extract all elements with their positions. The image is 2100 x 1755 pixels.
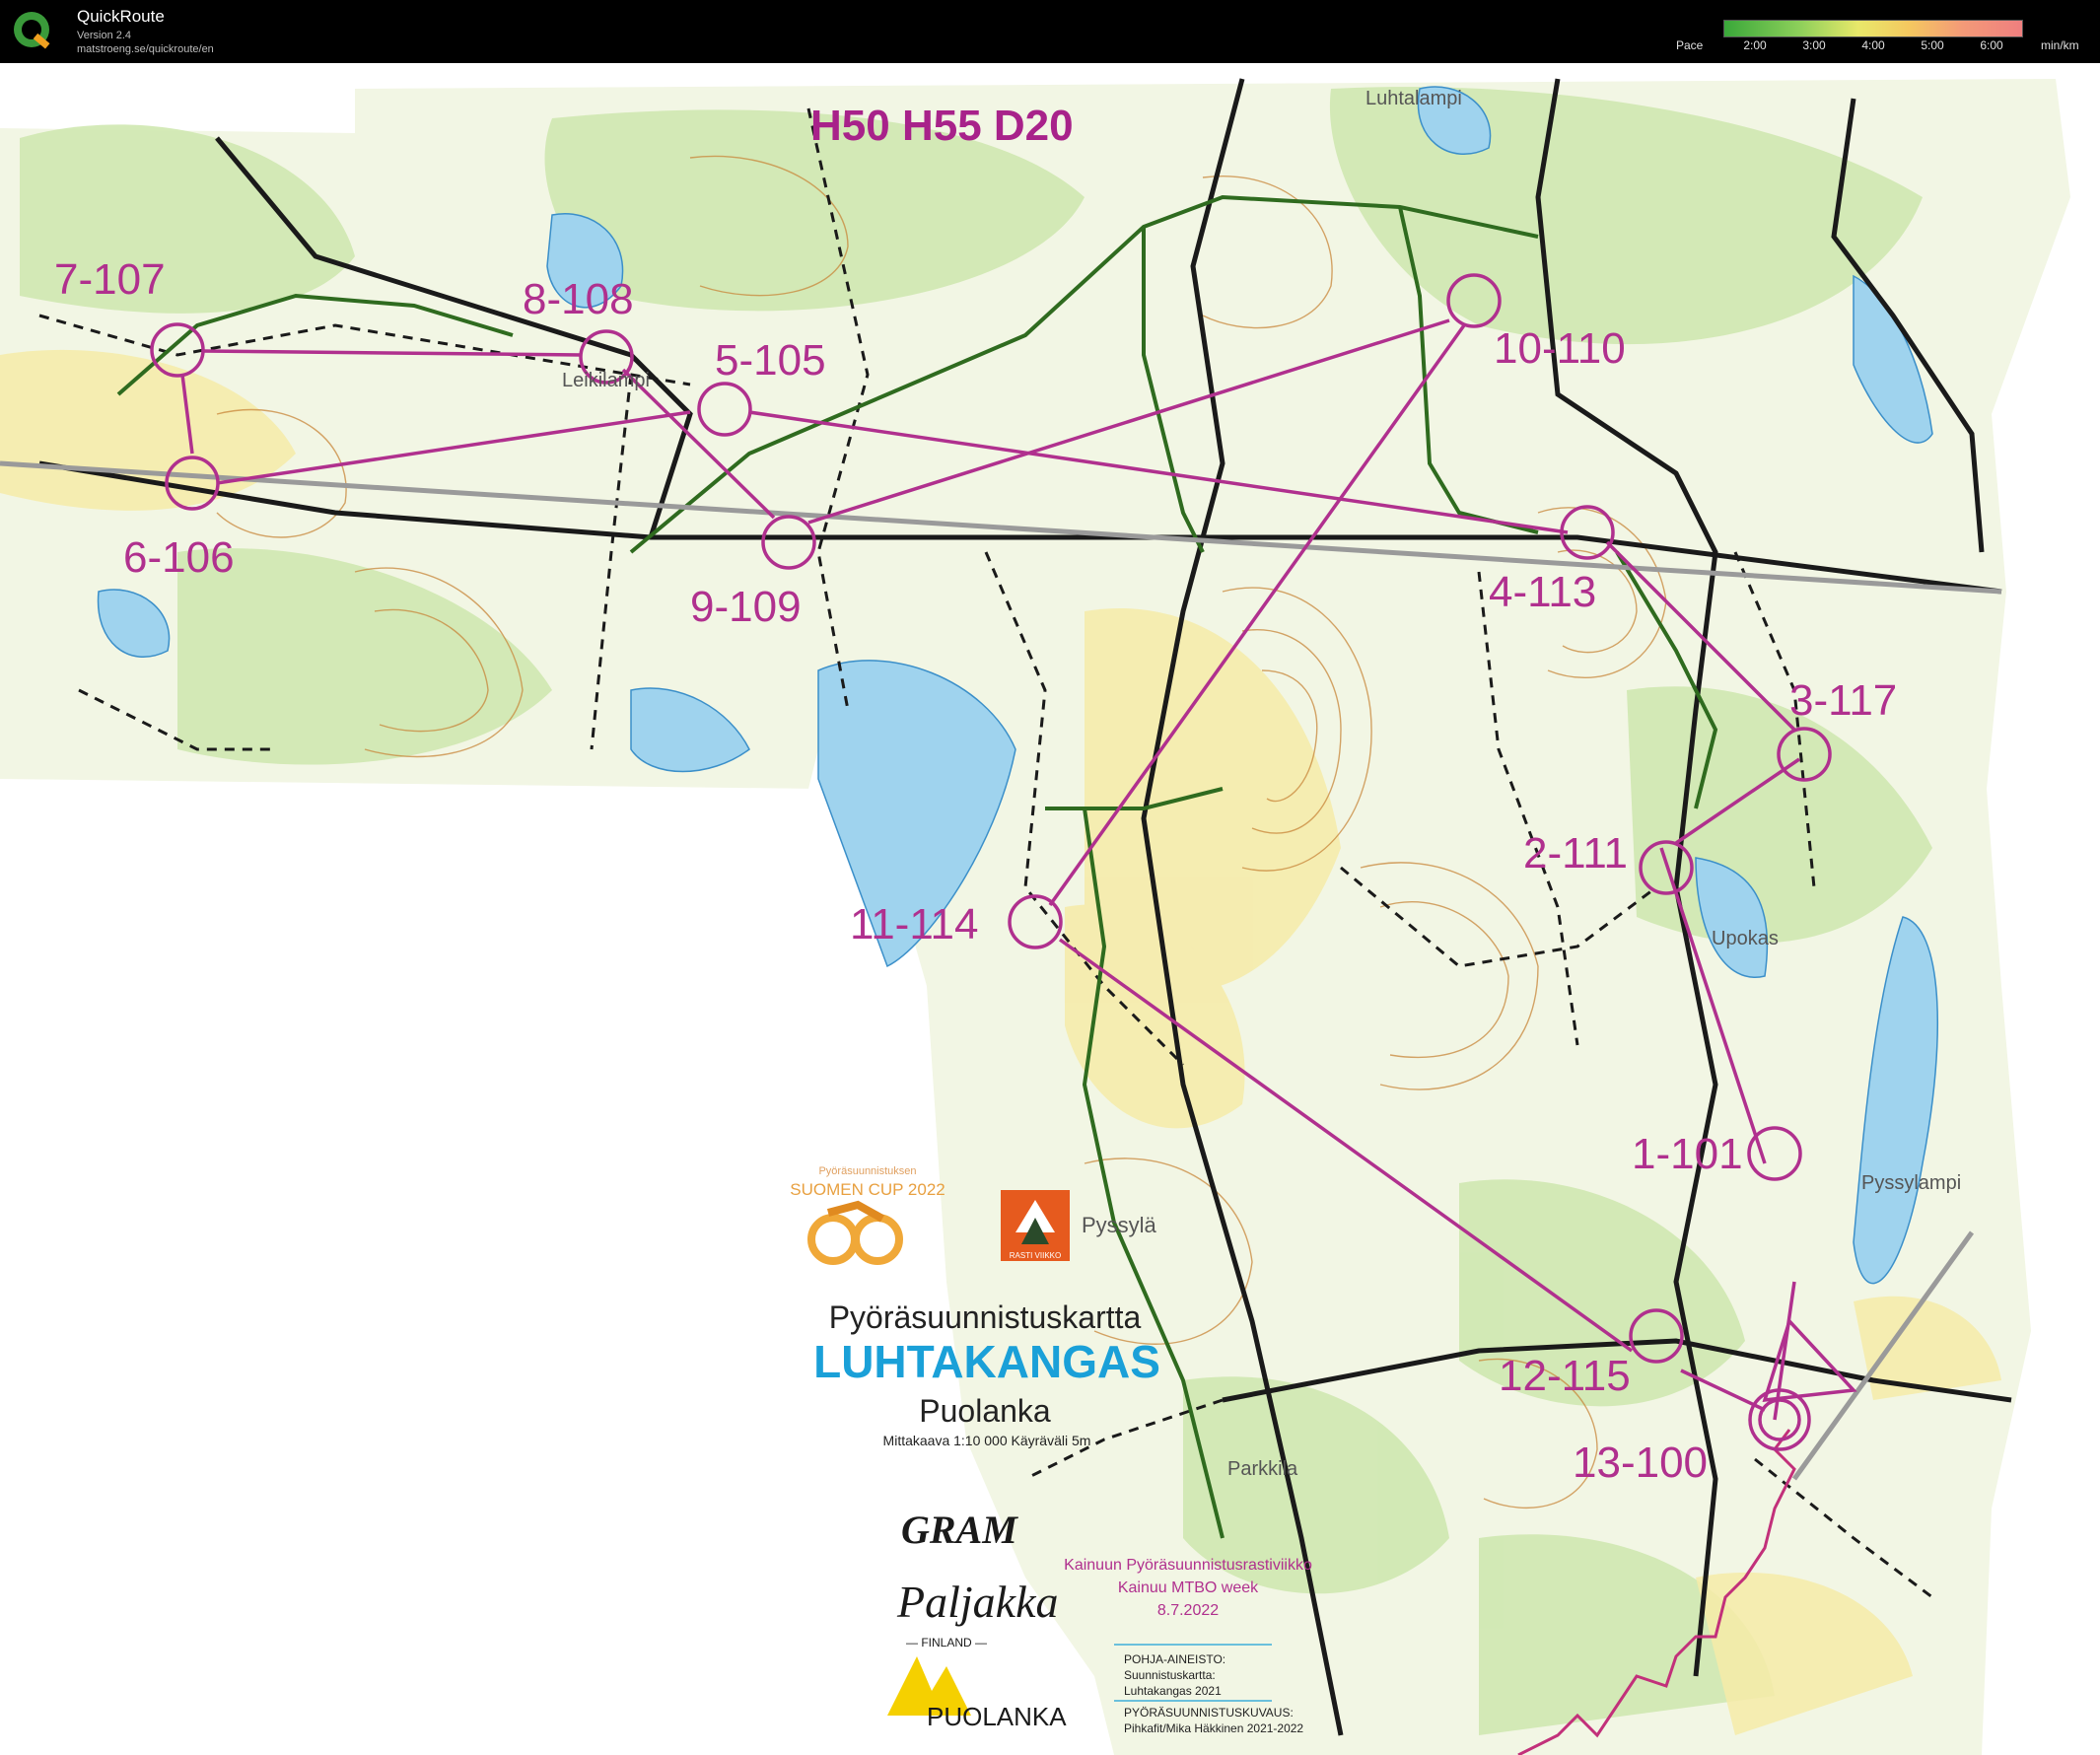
cup-logo-text: SUOMEN CUP 2022 xyxy=(790,1180,945,1199)
control-label-13: 13-100 xyxy=(1573,1439,1708,1487)
control-label-7: 7-107 xyxy=(54,255,166,304)
pace-tick: 2:00 xyxy=(1743,38,1767,52)
control-label-2: 2-111 xyxy=(1523,829,1628,878)
control-label-5: 5-105 xyxy=(715,336,826,385)
app-version: Version 2.4 xyxy=(77,30,132,41)
map-heading: Pyöräsuunnistuskartta xyxy=(829,1299,1142,1335)
place-name: Parkkila xyxy=(1227,1458,1298,1480)
pace-legend: Pace 2:00 3:00 4:00 5:00 6:00 min/km xyxy=(1676,14,2090,57)
gram-logo: GRAM xyxy=(901,1508,1018,1552)
event-name-line2: Kainuu MTBO week xyxy=(1118,1580,1259,1596)
control-label-11: 11-114 xyxy=(850,900,978,948)
paljakka-logo: Paljakka xyxy=(896,1577,1059,1627)
app-header: QuickRoute Version 2.4 matstroeng.se/qui… xyxy=(0,0,2100,63)
map-name: LUHTAKANGAS xyxy=(813,1336,1160,1387)
orienteering-map[interactable]: 1-101 2-111 3-117 4-113 5-105 6-106 7-10… xyxy=(0,63,2100,1755)
control-label-8: 8-108 xyxy=(523,275,634,323)
app-title: QuickRoute xyxy=(77,7,165,26)
puolanka-logo-text: PUOLANKA xyxy=(927,1702,1067,1731)
pace-tick: 5:00 xyxy=(1921,38,1944,52)
pace-tick: 3:00 xyxy=(1802,38,1826,52)
pace-gradient-bar xyxy=(1723,20,2023,37)
cup-logo-small-text: Pyöräsuunnistuksen xyxy=(818,1165,916,1177)
control-label-9: 9-109 xyxy=(690,583,802,631)
credits-line: POHJA-AINEISTO: xyxy=(1124,1652,1225,1666)
pace-tick: 4:00 xyxy=(1861,38,1885,52)
credits-line: PYÖRÄSUUNNISTUSKUVAUS: xyxy=(1124,1706,1294,1720)
map-municipality: Puolanka xyxy=(919,1393,1051,1429)
app-url[interactable]: matstroeng.se/quickroute/en xyxy=(77,43,214,55)
event-name-line1: Kainuun Pyöräsuunnistusrastiviikko xyxy=(1064,1557,1312,1574)
club-name: Pyssylä xyxy=(1082,1213,1157,1237)
place-name: Pyssylampi xyxy=(1861,1172,1961,1194)
place-name: Leikilampi xyxy=(562,370,650,391)
paljakka-finland: — FINLAND — xyxy=(906,1636,987,1650)
control-label-12: 12-115 xyxy=(1499,1352,1631,1400)
course-title: H50 H55 D20 xyxy=(810,102,1074,150)
credits-line: Suunnistuskartta: xyxy=(1124,1668,1216,1682)
credits-line: Luhtakangas 2021 xyxy=(1124,1684,1222,1698)
map-scale: Mittakaava 1:10 000 Käyräväli 5m xyxy=(883,1433,1091,1448)
place-name: Upokas xyxy=(1712,928,1779,949)
credits-line: Pihkafit/Mika Häkkinen 2021-2022 xyxy=(1124,1721,1303,1735)
control-label-4: 4-113 xyxy=(1489,568,1596,616)
control-label-10: 10-110 xyxy=(1494,324,1626,373)
pace-label: Pace xyxy=(1676,38,1704,52)
rasti-viikko-text: RASTI VIIKKO xyxy=(1010,1251,1061,1260)
quickroute-logo-icon xyxy=(14,12,50,49)
pace-tick: 6:00 xyxy=(1980,38,2003,52)
pace-unit: min/km xyxy=(2041,38,2079,52)
control-label-3: 3-117 xyxy=(1789,676,1897,725)
event-date: 8.7.2022 xyxy=(1157,1602,1219,1619)
control-label-1: 1-101 xyxy=(1632,1130,1743,1178)
place-name: Luhtalampi xyxy=(1365,88,1462,109)
control-label-6: 6-106 xyxy=(123,533,235,582)
